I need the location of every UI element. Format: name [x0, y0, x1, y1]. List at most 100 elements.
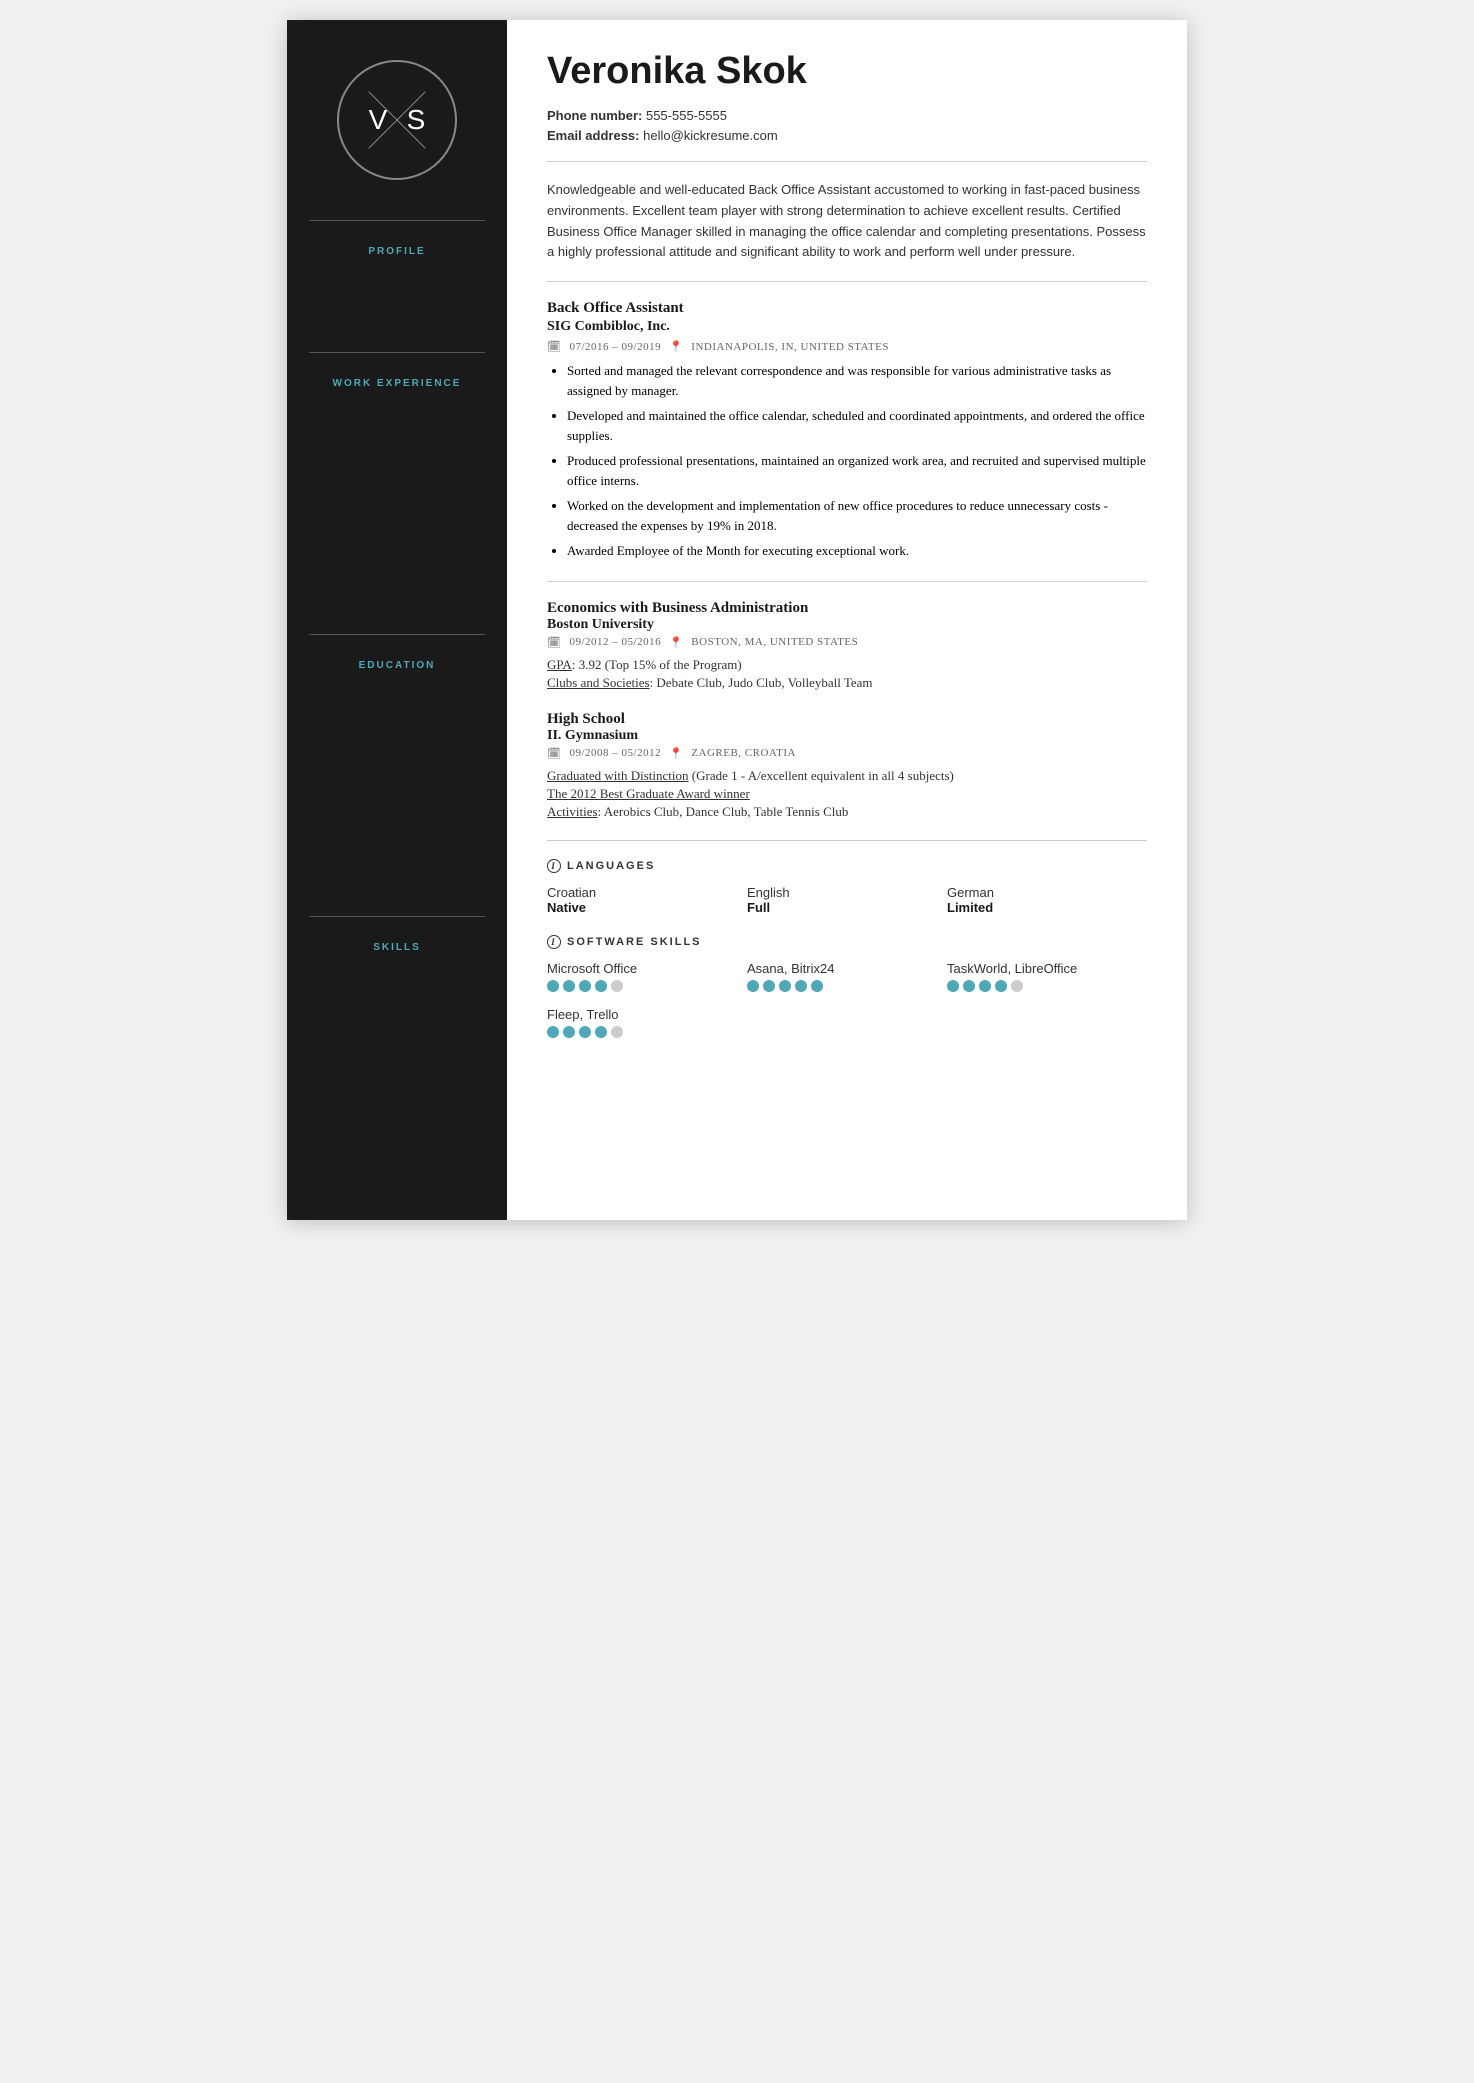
sidebar-label-education: Education	[339, 645, 456, 676]
language-level-3: Limited	[947, 900, 1147, 915]
edu-calendar-icon-1: 🗓	[547, 636, 561, 649]
profile-text: Knowledgeable and well-educated Back Off…	[547, 180, 1147, 263]
sidebar-divider-1	[309, 220, 485, 221]
sidebar-divider-4	[309, 916, 485, 917]
job-bullets-1: Sorted and managed the relevant correspo…	[547, 361, 1147, 561]
edu-calendar-icon-2: 🗓	[547, 747, 561, 760]
dot	[811, 980, 823, 992]
activities-value-2: Aerobics Club, Dance Club, Table Tennis …	[604, 804, 849, 819]
distinction-value-2: (Grade 1 - A/excellent equivalent in all…	[689, 768, 954, 783]
divider-after-header	[547, 161, 1147, 162]
edu-award-2: The 2012 Best Graduate Award winner	[547, 786, 1147, 802]
language-name-2: English	[747, 885, 947, 900]
resume-container: V S Profile Work Experience Education Sk…	[287, 20, 1187, 1220]
language-item-2: English Full	[747, 885, 947, 915]
phone-info: Phone number: 555-555-5555	[547, 108, 1147, 123]
avatar: V S	[337, 60, 457, 180]
sidebar-divider-2	[309, 352, 485, 353]
sidebar-divider-3	[309, 634, 485, 635]
languages-grid: Croatian Native English Full German Limi…	[547, 885, 1147, 915]
language-level-1: Native	[547, 900, 747, 915]
edu-gpa-1: GPA: 3.92 (Top 15% of the Program)	[547, 657, 1147, 673]
software-dots-4	[547, 1026, 747, 1038]
software-grid: Microsoft Office Asana, Bitrix24	[547, 961, 1147, 1038]
software-dots-2	[747, 980, 947, 992]
sidebar-label-profile: Profile	[348, 231, 445, 262]
phone-value: 555-555-5555	[646, 108, 727, 123]
main-content: Veronika Skok Phone number: 555-555-5555…	[507, 20, 1187, 1220]
languages-label: LANGUAGES	[567, 860, 655, 872]
dot	[979, 980, 991, 992]
gpa-value-1: 3.92 (Top 15% of the Program)	[579, 657, 742, 672]
email-label: Email address:	[547, 128, 640, 143]
software-label: SOFTWARE SKILLS	[567, 936, 702, 948]
software-dots-3	[947, 980, 1147, 992]
avatar-initials: V S	[339, 104, 455, 136]
email-value: hello@kickresume.com	[643, 128, 778, 143]
dot	[579, 1026, 591, 1038]
bullet-1-5: Awarded Employee of the Month for execut…	[567, 541, 1147, 561]
language-item-1: Croatian Native	[547, 885, 747, 915]
candidate-name: Veronika Skok	[547, 50, 1147, 93]
edu-school-1: Boston University	[547, 617, 1147, 633]
info-icon-languages: i	[547, 859, 561, 873]
dot	[547, 1026, 559, 1038]
language-level-2: Full	[747, 900, 947, 915]
dot	[579, 980, 591, 992]
dot	[547, 980, 559, 992]
calendar-icon: 🗓	[547, 340, 561, 353]
bullet-1-1: Sorted and managed the relevant correspo…	[567, 361, 1147, 400]
software-dots-1	[547, 980, 747, 992]
software-item-4: Fleep, Trello	[547, 1007, 747, 1038]
edu-period-1: 09/2012 – 05/2016	[569, 636, 661, 648]
software-name-3: TaskWorld, LibreOffice	[947, 961, 1147, 976]
clubs-label-1: Clubs and Societies	[547, 675, 650, 690]
edu-location-icon-2: 📍	[669, 747, 683, 760]
education-section: Economics with Business Administration B…	[547, 600, 1147, 820]
job-period-1: 07/2016 – 09/2019	[569, 341, 661, 353]
edu-activities-2: Activities: Aerobics Club, Dance Club, T…	[547, 804, 1147, 820]
sidebar-label-skills: Skills	[353, 927, 441, 958]
edu-clubs-1: Clubs and Societies: Debate Club, Judo C…	[547, 675, 1147, 691]
bullet-1-4: Worked on the development and implementa…	[567, 496, 1147, 535]
company-name-1: SIG Combibloc, Inc.	[547, 319, 1147, 335]
language-item-3: German Limited	[947, 885, 1147, 915]
work-experience-section: Back Office Assistant SIG Combibloc, Inc…	[547, 300, 1147, 561]
skills-section: i LANGUAGES Croatian Native English Full…	[547, 859, 1147, 1038]
edu-degree-2: High School	[547, 711, 1147, 728]
divider-after-education	[547, 840, 1147, 841]
software-name-2: Asana, Bitrix24	[747, 961, 947, 976]
divider-after-work	[547, 581, 1147, 582]
bullet-1-3: Produced professional presentations, mai…	[567, 451, 1147, 490]
software-item-1: Microsoft Office	[547, 961, 747, 992]
job-location-1: INDIANAPOLIS, IN, UNITED STATES	[691, 341, 889, 353]
software-subsection: i SOFTWARE SKILLS Microsoft Office	[547, 935, 1147, 1038]
language-name-3: German	[947, 885, 1147, 900]
software-name-4: Fleep, Trello	[547, 1007, 747, 1022]
dot	[947, 980, 959, 992]
edu-location-1: BOSTON, MA, UNITED STATES	[691, 636, 858, 648]
edu-location-2: ZAGREB, CROATIA	[691, 747, 796, 759]
gpa-label-1: GPA	[547, 657, 572, 672]
software-item-3: TaskWorld, LibreOffice	[947, 961, 1147, 992]
email-info: Email address: hello@kickresume.com	[547, 128, 1147, 143]
edu-entry-1: Economics with Business Administration B…	[547, 600, 1147, 691]
edu-meta-2: 🗓 09/2008 – 05/2012 📍 ZAGREB, CROATIA	[547, 747, 1147, 760]
edu-entry-2: High School II. Gymnasium 🗓 09/2008 – 05…	[547, 711, 1147, 820]
edu-period-2: 09/2008 – 05/2012	[569, 747, 661, 759]
sidebar: V S Profile Work Experience Education Sk…	[287, 20, 507, 1220]
distinction-label-2: Graduated with Distinction	[547, 768, 689, 783]
divider-after-profile	[547, 281, 1147, 282]
clubs-value-1: Debate Club, Judo Club, Volleyball Team	[656, 675, 872, 690]
phone-label: Phone number:	[547, 108, 642, 123]
dot	[611, 980, 623, 992]
dot	[595, 1026, 607, 1038]
bullet-1-2: Developed and maintained the office cale…	[567, 406, 1147, 445]
dot	[563, 980, 575, 992]
dot	[563, 1026, 575, 1038]
award-value-2: The 2012 Best Graduate Award winner	[547, 786, 750, 801]
sidebar-label-work: Work Experience	[313, 363, 482, 394]
language-name-1: Croatian	[547, 885, 747, 900]
initial-last: S	[407, 104, 426, 136]
info-icon-software: i	[547, 935, 561, 949]
